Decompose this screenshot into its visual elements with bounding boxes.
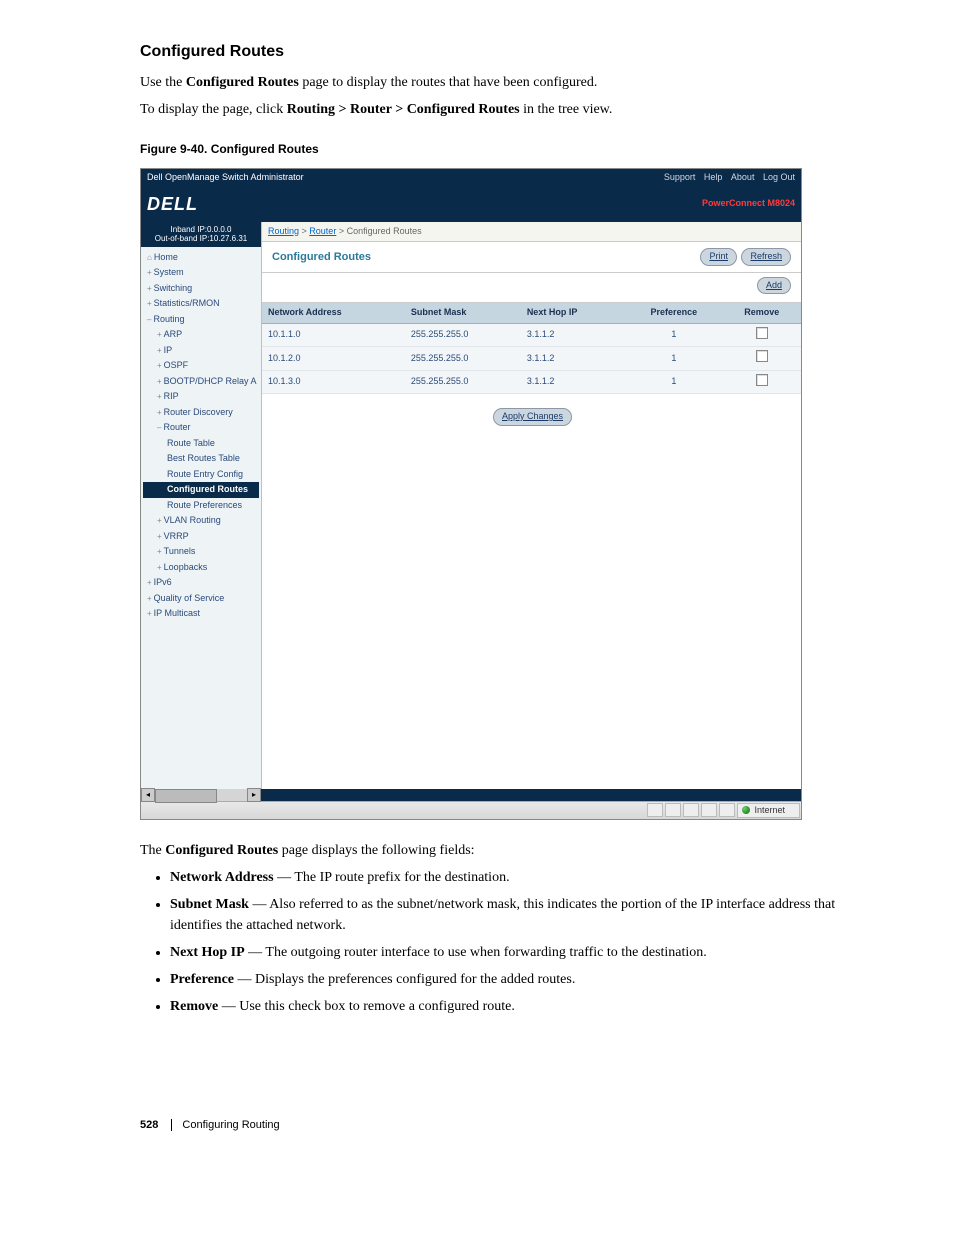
globe-icon xyxy=(742,806,750,814)
nav-ipmulticast[interactable]: +IP Multicast xyxy=(143,606,259,622)
nav-route-prefs[interactable]: Route Preferences xyxy=(143,498,259,514)
nav-tree: ⌂Home +System +Switching +Statistics/RMO… xyxy=(141,247,261,625)
footer-section: Configuring Routing xyxy=(182,1119,279,1131)
nav-ospf[interactable]: +OSPF xyxy=(143,358,259,374)
title-bar: Dell OpenManage Switch Administrator Sup… xyxy=(141,169,801,187)
sidebar: Inband IP:0.0.0.0 Out-of-band IP:10.27.6… xyxy=(141,222,262,789)
nav-stats[interactable]: +Statistics/RMON xyxy=(143,296,259,312)
nav-route-entry[interactable]: Route Entry Config xyxy=(143,467,259,483)
sidebar-scrollbar[interactable]: ◂ ▸ xyxy=(141,789,261,801)
status-cell xyxy=(719,803,735,817)
figure-caption: Figure 9-40. Configured Routes xyxy=(140,140,854,158)
intro-paragraph-2: To display the page, click Routing > Rou… xyxy=(140,99,854,120)
app-screenshot: Dell OpenManage Switch Administrator Sup… xyxy=(140,168,802,820)
nav-route-table[interactable]: Route Table xyxy=(143,436,259,452)
nav-router[interactable]: –Router xyxy=(143,420,259,436)
link-about[interactable]: About xyxy=(731,172,755,182)
status-internet: Internet xyxy=(737,803,800,819)
refresh-button[interactable]: Refresh xyxy=(741,248,791,266)
remove-checkbox[interactable] xyxy=(756,350,768,362)
nav-rip[interactable]: +RIP xyxy=(143,389,259,405)
section-heading: Configured Routes xyxy=(140,40,854,64)
add-button[interactable]: Add xyxy=(757,277,791,295)
nav-home[interactable]: ⌂Home xyxy=(143,250,259,266)
print-button[interactable]: Print xyxy=(700,248,737,266)
field-item: Subnet Mask — Also referred to as the su… xyxy=(170,894,854,936)
dell-logo: DELL xyxy=(147,191,198,218)
status-cell xyxy=(665,803,681,817)
table-row: 10.1.1.0 255.255.255.0 3.1.1.2 1 xyxy=(262,323,801,347)
window-title: Dell OpenManage Switch Administrator xyxy=(147,171,304,185)
nav-routing[interactable]: –Routing xyxy=(143,312,259,328)
titlebar-links: Support Help About Log Out xyxy=(658,171,795,185)
field-item: Preference — Displays the preferences co… xyxy=(170,969,854,990)
table-row: 10.1.2.0 255.255.255.0 3.1.1.2 1 xyxy=(262,347,801,371)
ip-info: Inband IP:0.0.0.0 Out-of-band IP:10.27.6… xyxy=(141,222,261,247)
bc-routing[interactable]: Routing xyxy=(268,226,299,236)
th-network-address: Network Address xyxy=(262,303,405,323)
remove-checkbox[interactable] xyxy=(756,374,768,386)
fields-lead: The Configured Routes page displays the … xyxy=(140,840,854,861)
field-item: Network Address — The IP route prefix fo… xyxy=(170,867,854,888)
field-item: Next Hop IP — The outgoing router interf… xyxy=(170,942,854,963)
page-footer: 528 Configuring Routing xyxy=(140,1117,854,1134)
nav-vrrp[interactable]: +VRRP xyxy=(143,529,259,545)
horizontal-scrollbar-area: ◂ ▸ xyxy=(141,789,801,801)
nav-router-discovery[interactable]: +Router Discovery xyxy=(143,405,259,421)
bc-current: Configured Routes xyxy=(347,226,422,236)
nav-switching[interactable]: +Switching xyxy=(143,281,259,297)
nav-ip[interactable]: +IP xyxy=(143,343,259,359)
th-next-hop: Next Hop IP xyxy=(521,303,625,323)
scroll-left-icon[interactable]: ◂ xyxy=(141,788,155,802)
scroll-right-icon[interactable]: ▸ xyxy=(247,788,261,802)
status-bar: Internet xyxy=(141,801,801,820)
panel-header: Configured Routes Print Refresh xyxy=(262,242,801,273)
nav-best-routes[interactable]: Best Routes Table xyxy=(143,451,259,467)
nav-loopbacks[interactable]: +Loopbacks xyxy=(143,560,259,576)
nav-configured-routes[interactable]: Configured Routes xyxy=(143,482,259,498)
nav-system[interactable]: +System xyxy=(143,265,259,281)
link-help[interactable]: Help xyxy=(704,172,723,182)
field-item: Remove — Use this check box to remove a … xyxy=(170,996,854,1017)
remove-checkbox[interactable] xyxy=(756,327,768,339)
breadcrumb: Routing > Router > Configured Routes xyxy=(262,222,801,243)
nav-tunnels[interactable]: +Tunnels xyxy=(143,544,259,560)
th-remove: Remove xyxy=(723,303,801,323)
nav-vlan-routing[interactable]: +VLAN Routing xyxy=(143,513,259,529)
table-row: 10.1.3.0 255.255.255.0 3.1.1.2 1 xyxy=(262,370,801,394)
page-number: 528 xyxy=(140,1119,158,1131)
link-support[interactable]: Support xyxy=(664,172,696,182)
product-name: PowerConnect M8024 xyxy=(702,197,795,211)
nav-arp[interactable]: +ARP xyxy=(143,327,259,343)
routes-table: Network Address Subnet Mask Next Hop IP … xyxy=(262,303,801,394)
panel-title: Configured Routes xyxy=(272,249,371,266)
th-preference: Preference xyxy=(625,303,723,323)
brand-bar: DELL PowerConnect M8024 xyxy=(141,187,801,222)
fields-list: Network Address — The IP route prefix fo… xyxy=(170,867,854,1017)
status-cell xyxy=(701,803,717,817)
nav-qos[interactable]: +Quality of Service xyxy=(143,591,259,607)
bc-router[interactable]: Router xyxy=(309,226,336,236)
intro-paragraph-1: Use the Configured Routes page to displa… xyxy=(140,72,854,93)
link-logout[interactable]: Log Out xyxy=(763,172,795,182)
status-cell xyxy=(683,803,699,817)
th-subnet-mask: Subnet Mask xyxy=(405,303,521,323)
nav-bootp[interactable]: +BOOTP/DHCP Relay A xyxy=(143,374,259,390)
content-panel: Routing > Router > Configured Routes Con… xyxy=(262,222,801,789)
status-cell xyxy=(647,803,663,817)
nav-ipv6[interactable]: +IPv6 xyxy=(143,575,259,591)
apply-changes-button[interactable]: Apply Changes xyxy=(493,408,572,426)
